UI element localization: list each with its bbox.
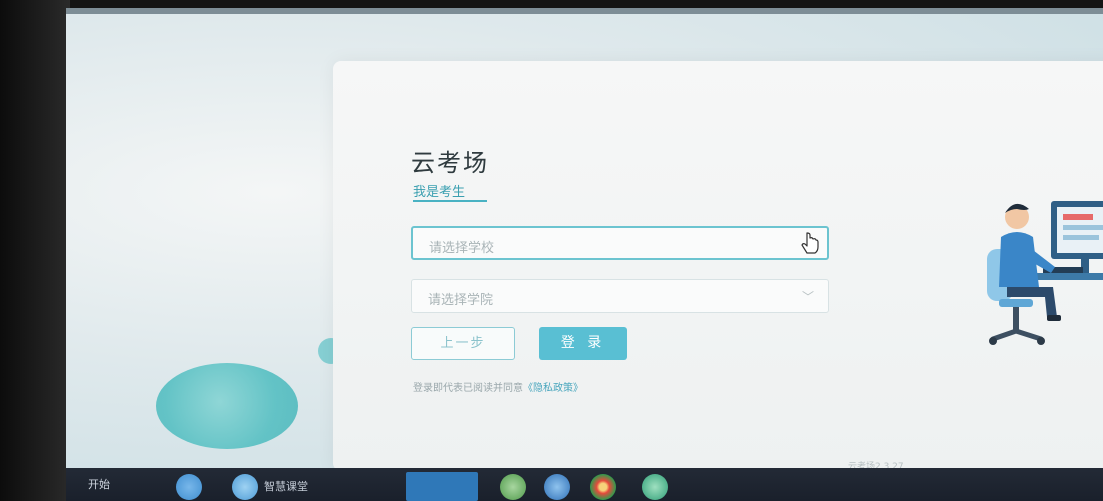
app-icon-teal[interactable] <box>642 474 668 500</box>
college-select[interactable]: 请选择学院 ﹀ <box>411 279 829 313</box>
tab-active-indicator <box>413 200 487 202</box>
app-icon-blue[interactable] <box>544 474 570 500</box>
school-placeholder: 请选择学校 <box>429 241 495 256</box>
privacy-policy-link[interactable]: 《隐私政策》 <box>523 383 583 394</box>
decor-bubble-large <box>156 363 298 449</box>
policy-text: 登录即代表已阅读并同意 <box>413 383 523 394</box>
hand-cursor-icon <box>801 232 819 254</box>
student-at-computer-illustration <box>987 201 1103 345</box>
app-icon-green[interactable] <box>500 474 526 500</box>
start-button[interactable]: 开始 <box>88 476 110 492</box>
policy-notice: 登录即代表已阅读并同意《隐私政策》 <box>413 379 583 394</box>
taskbar: 开始 智慧课堂 <box>66 468 1103 501</box>
active-task-button[interactable] <box>406 472 478 501</box>
ie-browser-icon[interactable] <box>232 474 258 500</box>
app-title: 云考场 <box>411 149 489 177</box>
monitor-bezel <box>0 0 70 501</box>
school-select[interactable]: 请选择学校 <box>411 226 829 260</box>
college-placeholder: 请选择学院 <box>428 293 494 308</box>
taskbar-app-label[interactable]: 智慧课堂 <box>264 478 308 494</box>
browser-icon[interactable] <box>176 474 202 500</box>
window-top-strip <box>66 8 1103 14</box>
login-button[interactable]: 登 录 <box>539 327 627 360</box>
version-label: 云考场2.3.27 <box>848 462 904 468</box>
chrome-icon[interactable] <box>590 474 616 500</box>
login-panel: 云考场 我是考生 请选择学校 请选择学院 ﹀ 上一步 登 录 登录即代表已阅读并… <box>333 61 1103 468</box>
chevron-down-icon: ﹀ <box>801 290 814 304</box>
tab-student[interactable]: 我是考生 <box>413 181 465 200</box>
screen: 云考场 我是考生 请选择学校 请选择学院 ﹀ 上一步 登 录 登录即代表已阅读并… <box>66 8 1103 468</box>
prev-step-button[interactable]: 上一步 <box>411 327 515 360</box>
